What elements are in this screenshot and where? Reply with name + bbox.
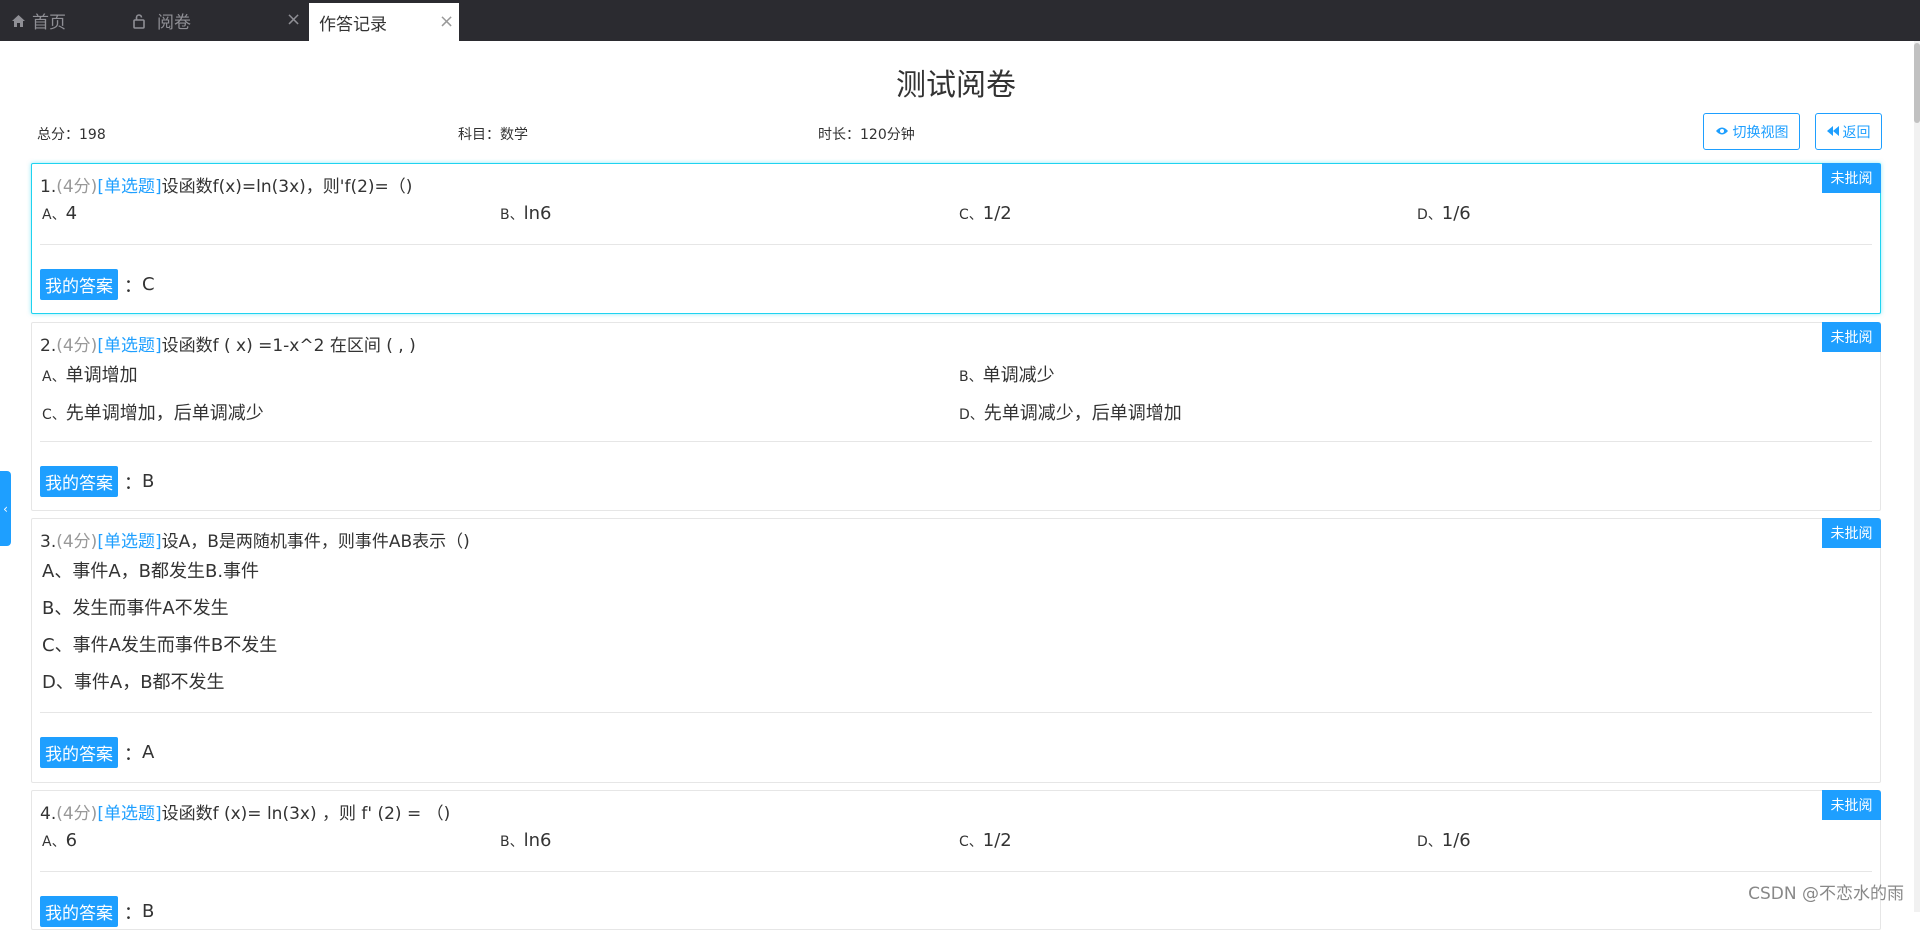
option-c: C、1/2 — [959, 830, 1012, 851]
divider — [40, 712, 1872, 713]
option-d: D、1/6 — [1417, 203, 1471, 224]
eye-icon — [1715, 125, 1729, 139]
option-a: A、事件A，B都发生B.事件 — [42, 557, 259, 583]
divider — [40, 871, 1872, 872]
question-score: (4分) — [56, 336, 97, 356]
question-number: 1. — [40, 177, 56, 197]
option-c: C、事件A发生而事件B不发生 — [42, 631, 277, 657]
question-type: [单选题] — [97, 804, 161, 824]
duration: 时长：120分钟 — [818, 124, 915, 144]
answer-label: 我的答案 — [40, 737, 118, 768]
sidebar-toggle[interactable]: ‹ — [0, 471, 11, 546]
status-badge: 未批阅 — [1822, 163, 1881, 193]
status-badge: 未批阅 — [1822, 790, 1881, 820]
tab-home[interactable]: 首页 — [11, 0, 66, 41]
option-a: A、4 — [42, 203, 77, 224]
tab-review[interactable]: 阅卷 × — [131, 0, 191, 41]
question-stem: 设函数f(x)=ln(3x)，则'f(2)=（) — [162, 177, 413, 197]
option-b: B、单调减少 — [959, 361, 1055, 387]
question-card[interactable]: 1.(4分)[单选题]设函数f(x)=ln(3x)，则'f(2)=（) 未批阅 … — [31, 163, 1881, 314]
my-answer: 我的答案：C — [40, 269, 155, 300]
switch-view-button[interactable]: 切换视图 — [1703, 113, 1800, 150]
option-a: A、6 — [42, 830, 77, 851]
question-number: 2. — [40, 336, 56, 356]
tab-bar: 首页 阅卷 × 作答记录 × — [0, 0, 1920, 41]
question-number: 3. — [40, 532, 56, 552]
unlock-icon — [131, 13, 147, 29]
rewind-icon — [1827, 125, 1839, 139]
option-d: D、先单调减少，后单调增加 — [959, 399, 1182, 425]
answer-value: A — [142, 742, 154, 763]
divider — [40, 244, 1872, 245]
status-badge: 未批阅 — [1822, 518, 1881, 548]
option-b: B、发生而事件A不发生 — [42, 594, 229, 620]
question-number: 4. — [40, 804, 56, 824]
tab-home-label: 首页 — [32, 8, 66, 33]
question-header: 2.(4分)[单选题]设函数f ( x) =1-x^2 在区间 ( , ) — [40, 331, 416, 356]
question-score: (4分) — [56, 177, 97, 197]
question-stem: 设函数f (x)= ln(3x) ，则 f' (2) = （) — [162, 804, 451, 824]
back-button[interactable]: 返回 — [1815, 113, 1882, 150]
answer-value: B — [142, 471, 154, 492]
divider — [40, 441, 1872, 442]
option-b: B、ln6 — [500, 830, 551, 851]
subject: 科目：数学 — [458, 124, 528, 144]
my-answer: 我的答案：B — [40, 466, 154, 497]
question-type: [单选题] — [97, 532, 161, 552]
scrollbar[interactable] — [1914, 41, 1920, 912]
status-badge: 未批阅 — [1822, 322, 1881, 352]
question-type: [单选题] — [97, 177, 161, 197]
option-b: B、ln6 — [500, 203, 551, 224]
question-score: (4分) — [56, 532, 97, 552]
question-type: [单选题] — [97, 336, 161, 356]
answer-label: 我的答案 — [40, 269, 118, 300]
page-title: 测试阅卷 — [0, 60, 1912, 104]
question-header: 4.(4分)[单选题]设函数f (x)= ln(3x) ，则 f' (2) = … — [40, 799, 450, 824]
option-c: C、1/2 — [959, 203, 1012, 224]
answer-label: 我的答案 — [40, 466, 118, 497]
question-score: (4分) — [56, 804, 97, 824]
tab-record-label: 作答记录 — [319, 10, 387, 35]
option-c: C、先单调增加，后单调减少 — [42, 399, 264, 425]
option-a: A、单调增加 — [42, 361, 138, 387]
question-card[interactable]: 4.(4分)[单选题]设函数f (x)= ln(3x) ，则 f' (2) = … — [31, 790, 1881, 930]
answer-value: C — [142, 274, 155, 295]
watermark: CSDN @不恋水的雨 — [1748, 879, 1904, 904]
scrollbar-thumb[interactable] — [1914, 43, 1920, 123]
home-icon — [11, 14, 26, 28]
tab-review-label: 阅卷 — [157, 8, 191, 33]
chevron-left-icon: ‹ — [3, 502, 8, 516]
question-card[interactable]: 2.(4分)[单选题]设函数f ( x) =1-x^2 在区间 ( , ) 未批… — [31, 322, 1881, 511]
total-score: 总分：198 — [37, 124, 106, 144]
question-card[interactable]: 3.(4分)[单选题]设A，B是两随机事件，则事件AB表示（) 未批阅 A、事件… — [31, 518, 1881, 783]
question-header: 1.(4分)[单选题]设函数f(x)=ln(3x)，则'f(2)=（) — [40, 172, 412, 197]
back-label: 返回 — [1843, 122, 1871, 142]
close-icon[interactable]: × — [439, 13, 454, 31]
question-header: 3.(4分)[单选题]设A，B是两随机事件，则事件AB表示（) — [40, 527, 470, 552]
close-icon[interactable]: × — [286, 11, 301, 29]
switch-view-label: 切换视图 — [1733, 122, 1789, 142]
tab-record[interactable]: 作答记录 × — [309, 3, 459, 41]
my-answer: 我的答案：A — [40, 737, 154, 768]
option-d: D、事件A，B都不发生 — [42, 668, 225, 694]
question-stem: 设函数f ( x) =1-x^2 在区间 ( , ) — [162, 336, 416, 356]
question-stem: 设A，B是两随机事件，则事件AB表示（) — [162, 532, 470, 552]
option-d: D、1/6 — [1417, 830, 1471, 851]
